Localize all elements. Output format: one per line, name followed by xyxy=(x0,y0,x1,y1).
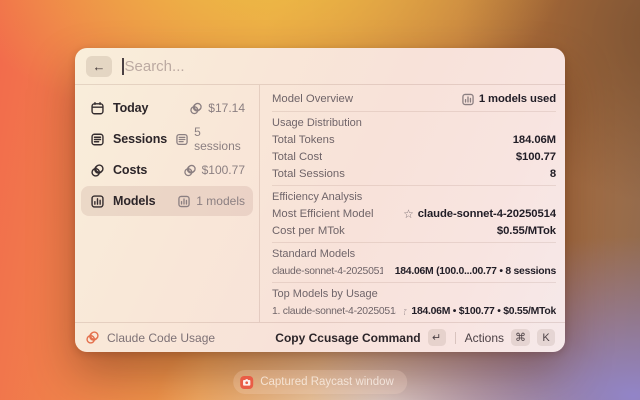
detail-row-label: Most Efficient Model xyxy=(272,208,374,220)
detail-row: Total Cost $100.77 xyxy=(272,149,556,166)
detail-row-value: ☆184.06M • $100.77 • $0.55/MTok xyxy=(404,305,556,318)
toast-label: Captured Raycast window xyxy=(260,376,394,388)
command-key-badge: ⌘ xyxy=(511,329,530,346)
sessions-icon xyxy=(175,132,189,146)
sidebar: Today $17.14 Sessions 5 sessionsCosts $100.7… xyxy=(75,85,259,322)
sessions-icon xyxy=(89,131,105,147)
detail-row: Cost per MTok $0.55/MTok xyxy=(272,223,556,240)
sidebar-item-value: $17.14 xyxy=(189,101,245,115)
section-divider xyxy=(272,282,556,283)
detail-header-label: Model Overview xyxy=(272,93,353,105)
section-title-row: Efficiency Analysis xyxy=(272,189,556,206)
star-icon: ☆ xyxy=(404,305,408,318)
detail-row: Total Sessions 8 xyxy=(272,166,556,183)
detail-panel: Model Overview 1 models used Usage Distrib… xyxy=(260,85,565,322)
section-title: Standard Models xyxy=(272,248,355,260)
text-caret xyxy=(122,58,124,75)
detail-header-value: 1 models used xyxy=(461,92,556,106)
section-title: Top Models by Usage xyxy=(272,288,378,300)
bar-chart-icon xyxy=(461,92,475,106)
detail-row-label: Total Tokens xyxy=(272,134,335,146)
sidebar-item-costs[interactable]: Costs $100.77 xyxy=(81,155,253,185)
search-input[interactable] xyxy=(125,58,555,75)
section-divider xyxy=(272,242,556,243)
back-button[interactable]: ← xyxy=(86,56,112,77)
section-title: Usage Distribution xyxy=(272,117,362,129)
coins-icon xyxy=(85,330,100,345)
section-title-row: Standard Models xyxy=(272,246,556,263)
coins-icon xyxy=(183,163,197,177)
sidebar-item-value: 5 sessions xyxy=(175,125,245,153)
k-key-badge: K xyxy=(537,329,555,346)
detail-row-label: Total Sessions xyxy=(272,168,345,180)
detail-row-value: $0.55/MTok xyxy=(497,225,556,237)
calendar-icon xyxy=(89,100,105,116)
sidebar-item-value: 1 models xyxy=(177,194,245,208)
detail-row-value: 8 xyxy=(550,168,556,180)
capture-toast: Captured Raycast window xyxy=(233,370,407,394)
bar-chart-icon xyxy=(89,193,105,209)
section-divider xyxy=(272,111,556,112)
sidebar-item-label: Models xyxy=(113,194,169,208)
copy-ccusage-command-button[interactable]: Copy Ccusage Command xyxy=(275,331,420,345)
section-title: Efficiency Analysis xyxy=(272,191,362,203)
detail-row-value: ☆184.06M (100.0...00.77 • 8 sessions xyxy=(391,265,556,278)
return-key-badge: ↵ xyxy=(428,329,446,346)
raycast-window: ← Today $17.14 Sessions 5 sessionsCosts $100… xyxy=(75,48,565,352)
star-icon: ☆ xyxy=(403,208,414,221)
sidebar-item-models[interactable]: Models 1 models xyxy=(81,186,253,216)
detail-row-label: Total Cost xyxy=(272,151,322,163)
section-divider xyxy=(272,185,556,186)
app-name: Claude Code Usage xyxy=(107,331,268,345)
sidebar-item-label: Sessions xyxy=(113,132,167,146)
sidebar-item-today[interactable]: Today $17.14 xyxy=(81,93,253,123)
section-title-row: Top Models by Usage xyxy=(272,286,556,303)
coins-icon xyxy=(189,101,203,115)
sidebar-item-label: Today xyxy=(113,101,181,115)
footer-separator xyxy=(455,332,456,344)
actions-button[interactable]: Actions xyxy=(465,331,504,345)
section-title-row: Usage Distribution xyxy=(272,115,556,132)
search-bar: ← xyxy=(75,48,565,84)
footer: Claude Code Usage Copy Ccusage Command ↵… xyxy=(75,323,565,352)
detail-row: 1. claude-sonnet-4-20250514 ☆184.06M • $1… xyxy=(272,303,556,320)
detail-row-value: 184.06M xyxy=(513,134,556,146)
detail-row: Most Efficient Model ☆claude-sonnet-4-202… xyxy=(272,206,556,223)
detail-header-row: Model Overview 1 models used xyxy=(272,90,556,109)
detail-row: claude-sonnet-4-20250514 ☆184.06M (100.0.… xyxy=(272,263,556,280)
sidebar-item-value: $100.77 xyxy=(183,163,245,177)
detail-row-value: $100.77 xyxy=(516,151,556,163)
bar-chart-icon xyxy=(177,194,191,208)
arrow-left-icon: ← xyxy=(93,59,106,74)
sidebar-item-sessions[interactable]: Sessions 5 sessions xyxy=(81,124,253,154)
sidebar-item-label: Costs xyxy=(113,163,175,177)
detail-row-label: 1. claude-sonnet-4-20250514 xyxy=(272,306,396,317)
detail-row-label: claude-sonnet-4-20250514 xyxy=(272,266,383,277)
coins-icon xyxy=(89,162,105,178)
detail-row-value: ☆claude-sonnet-4-20250514 xyxy=(403,208,556,221)
detail-row: Total Tokens 184.06M xyxy=(272,132,556,149)
camera-icon xyxy=(240,376,253,389)
detail-row-label: Cost per MTok xyxy=(272,225,345,237)
